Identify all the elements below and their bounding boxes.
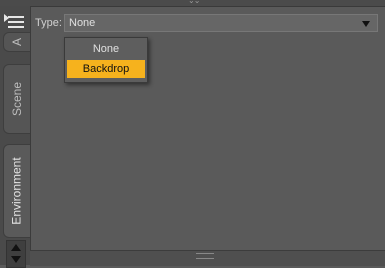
top-resize-handle[interactable]: ⌄⌄ xyxy=(0,0,385,7)
grip-icon xyxy=(196,253,214,259)
type-select[interactable]: None xyxy=(64,14,378,32)
menu-item-none[interactable]: None xyxy=(67,40,145,58)
collapse-up-icon: ⌄⌄ xyxy=(188,0,200,5)
type-dropdown-menu: None Backdrop xyxy=(64,37,148,83)
tab-label: Environment xyxy=(10,157,24,225)
menu-icon[interactable] xyxy=(4,14,24,30)
tab-a[interactable]: A xyxy=(3,32,30,52)
type-label: Type: xyxy=(35,17,62,29)
type-select-value: None xyxy=(69,17,96,29)
tab-scene[interactable]: Scene xyxy=(3,64,30,134)
arrow-down-icon[interactable] xyxy=(11,256,21,263)
chevron-down-icon[interactable] xyxy=(362,21,370,27)
menu-item-backdrop[interactable]: Backdrop xyxy=(67,60,145,78)
tab-label: Scene xyxy=(10,81,24,117)
arrow-up-icon[interactable] xyxy=(11,244,21,251)
tab-environment[interactable]: Environment xyxy=(3,144,30,238)
tab-scroll-arrows xyxy=(6,240,26,268)
tab-label: A xyxy=(9,37,24,47)
bottom-resize-handle[interactable] xyxy=(30,250,385,266)
side-tab-bar: A Scene Environment xyxy=(0,6,31,268)
